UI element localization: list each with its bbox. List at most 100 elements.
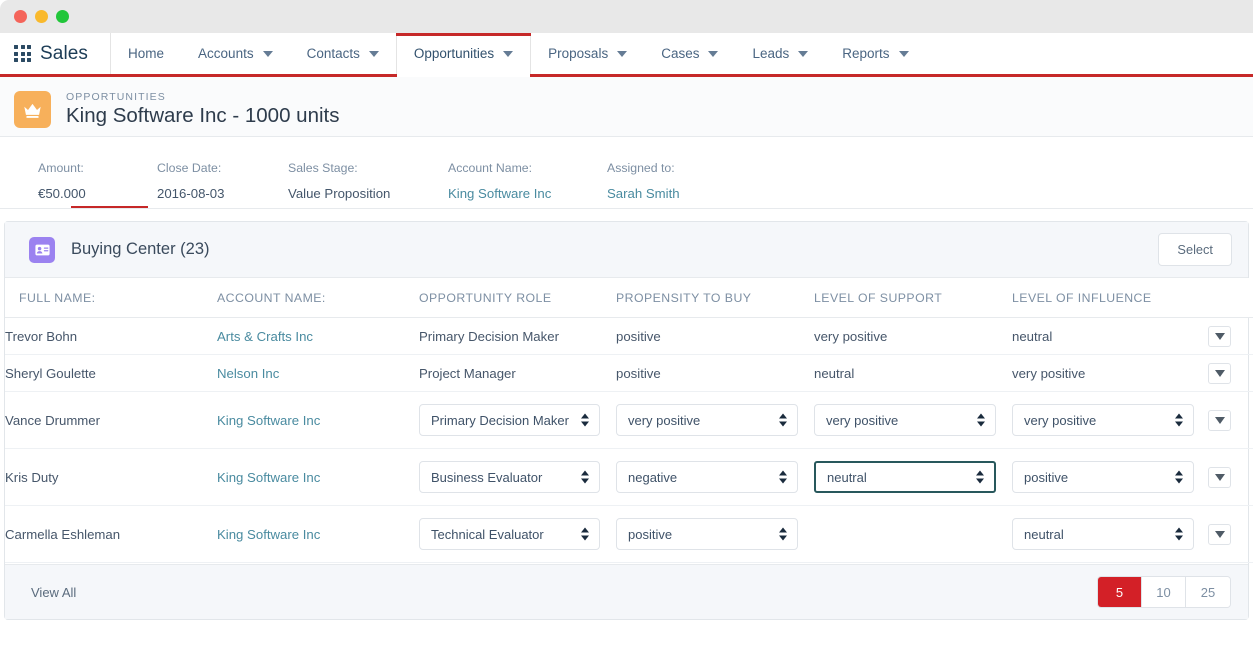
detail-field-value: 2016-08-03	[157, 186, 225, 201]
card-title: Buying Center (23)	[71, 240, 210, 258]
column-header: PROPENSITY TO BUY	[616, 278, 814, 318]
nav-tab-leads[interactable]: Leads	[735, 33, 825, 74]
spinner-arrows-icon[interactable]	[779, 413, 787, 427]
crown-icon	[14, 91, 51, 128]
close-window-button[interactable]	[14, 10, 27, 23]
row-menu-button[interactable]	[1208, 409, 1231, 431]
chevron-down-icon[interactable]	[368, 50, 379, 57]
record-object-label: OPPORTUNITIES	[66, 91, 166, 103]
account-name-link[interactable]: Nelson Inc	[217, 366, 279, 381]
page-size-button-10[interactable]: 10	[1142, 577, 1186, 607]
detail-field-label: Sales Stage:	[288, 161, 358, 175]
cell-account-name: King Software Inc	[217, 448, 419, 506]
app-launcher-icon[interactable]	[14, 45, 31, 62]
opportunity-role-select[interactable]: Primary Decision Maker	[419, 404, 600, 436]
window-titlebar	[0, 0, 1253, 33]
select-value: negative	[628, 469, 678, 485]
spinner-arrows-icon[interactable]	[976, 470, 984, 484]
detail-field-list: Amount: €50.000 Close Date: 2016-08-03 Sales…	[19, 161, 1253, 209]
spinner-arrows-icon[interactable]	[581, 527, 589, 541]
detail-field-value[interactable]: King Software Inc	[448, 186, 551, 201]
cell-row-actions	[1204, 317, 1253, 355]
table-row[interactable]: Trevor Bohn Arts & Crafts Inc Primary Deci…	[5, 317, 1253, 355]
level-of-influence-select[interactable]: neutral	[1012, 518, 1194, 550]
chevron-down-icon[interactable]	[708, 50, 719, 57]
nav-tab-accounts[interactable]: Accounts	[181, 33, 290, 74]
level-of-support-select[interactable]: neutral	[814, 461, 996, 493]
nav-tab-label: Cases	[661, 46, 700, 61]
spinner-arrows-icon[interactable]	[581, 470, 589, 484]
detail-field-label: Amount:	[38, 161, 84, 175]
table-row[interactable]: Kris Duty King Software Inc Business Evalu…	[5, 448, 1253, 506]
account-name-link[interactable]: King Software Inc	[217, 470, 320, 485]
maximize-window-button[interactable]	[56, 10, 69, 23]
row-menu-button[interactable]	[1208, 325, 1231, 347]
select-value: very positive	[826, 412, 899, 428]
table-row[interactable]: Vance Drummer King Software Inc Primary De…	[5, 391, 1253, 449]
nav-tab-cases[interactable]: Cases	[644, 33, 735, 74]
chevron-down-icon	[1214, 473, 1225, 481]
nav-tab-label: Reports	[842, 46, 890, 61]
spinner-arrows-icon[interactable]	[977, 413, 985, 427]
cell-level-of-support	[814, 505, 1012, 563]
nav-tab-home[interactable]: Home	[111, 33, 181, 74]
propensity-to-buy-select[interactable]: positive	[616, 518, 798, 550]
spinner-arrows-icon[interactable]	[1175, 470, 1183, 484]
nav-tab-label: Accounts	[198, 46, 254, 61]
account-name-link[interactable]: King Software Inc	[217, 527, 320, 542]
chevron-down-icon[interactable]	[617, 50, 628, 57]
chevron-down-icon[interactable]	[798, 50, 809, 57]
nav-tab-reports[interactable]: Reports	[825, 33, 925, 74]
chevron-down-icon[interactable]	[262, 50, 273, 57]
nav-tab-opportunities[interactable]: Opportunities	[395, 33, 532, 77]
cell-opportunity-role: Primary Decision Maker	[419, 391, 616, 449]
opportunity-role-select[interactable]: Business Evaluator	[419, 461, 600, 493]
app-brand[interactable]: Sales	[0, 33, 112, 74]
propensity-to-buy-select[interactable]: very positive	[616, 404, 798, 436]
row-menu-button[interactable]	[1208, 466, 1231, 488]
cell-full-name: Trevor Bohn	[5, 317, 217, 355]
select-value: neutral	[827, 469, 867, 485]
opportunity-role-select[interactable]: Technical Evaluator	[419, 518, 600, 550]
cell-level-of-influence: very positive	[1012, 391, 1204, 449]
spinner-arrows-icon[interactable]	[1175, 413, 1183, 427]
view-all-link[interactable]: View All	[31, 585, 1097, 600]
level-of-support-select[interactable]: very positive	[814, 404, 996, 436]
row-menu-button[interactable]	[1208, 362, 1231, 384]
spinner-arrows-icon[interactable]	[779, 470, 787, 484]
cell-account-name: Arts & Crafts Inc	[217, 317, 419, 355]
column-header: LEVEL OF INFLUENCE	[1012, 278, 1204, 318]
select-value: positive	[628, 526, 673, 542]
chevron-down-icon[interactable]	[898, 50, 909, 57]
column-header: FULL NAME:	[5, 278, 217, 318]
table-body: Trevor Bohn Arts & Crafts Inc Primary Deci…	[5, 317, 1253, 563]
chevron-down-icon	[1214, 332, 1225, 340]
cell-full-name: Carmella Eshleman	[5, 505, 217, 563]
nav-tab-proposals[interactable]: Proposals	[531, 33, 644, 74]
table-row[interactable]: Sheryl Goulette Nelson Inc Project Manager…	[5, 354, 1253, 392]
minimize-window-button[interactable]	[35, 10, 48, 23]
page-size-button-5[interactable]: 5	[1098, 577, 1142, 607]
spinner-arrows-icon[interactable]	[1175, 527, 1183, 541]
table-row[interactable]: Carmella Eshleman King Software Inc Techni…	[5, 505, 1253, 563]
propensity-to-buy-select[interactable]: negative	[616, 461, 798, 493]
detail-field-value: Value Proposition	[288, 186, 391, 201]
select-button[interactable]: Select	[1158, 233, 1232, 266]
column-header-actions	[1204, 278, 1253, 318]
spinner-arrows-icon[interactable]	[779, 527, 787, 541]
level-of-influence-select[interactable]: very positive	[1012, 404, 1194, 436]
page-size-button-25[interactable]: 25	[1186, 577, 1230, 607]
spinner-arrows-icon[interactable]	[581, 413, 589, 427]
nav-tab-contacts[interactable]: Contacts	[290, 33, 396, 74]
detail-divider	[0, 208, 1253, 209]
cell-level-of-support: neutral	[814, 448, 1012, 506]
chevron-down-icon[interactable]	[503, 50, 514, 57]
row-menu-button[interactable]	[1208, 523, 1231, 545]
account-name-link[interactable]: King Software Inc	[217, 413, 320, 428]
cell-level-of-support: neutral	[814, 354, 1012, 392]
account-name-link[interactable]: Arts & Crafts Inc	[217, 329, 313, 344]
select-value: Technical Evaluator	[431, 526, 544, 542]
detail-field-value[interactable]: Sarah Smith	[607, 186, 680, 201]
level-of-influence-select[interactable]: positive	[1012, 461, 1194, 493]
record-header: OPPORTUNITIES King Software Inc - 1000 u…	[0, 77, 1253, 137]
